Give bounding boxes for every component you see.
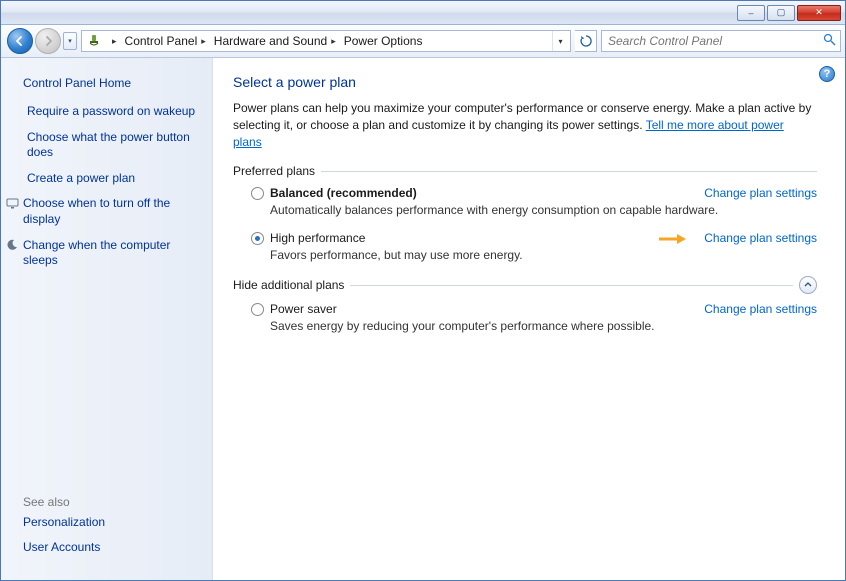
recent-dropdown[interactable]: ▾ <box>63 32 77 50</box>
sleep-icon <box>5 238 19 252</box>
crumb-root-arrow[interactable]: ▸ <box>104 31 121 51</box>
back-button[interactable] <box>7 28 33 54</box>
task-list: Require a password on wakeup Choose what … <box>23 104 202 279</box>
page-title: Select a power plan <box>233 74 817 90</box>
crumb-control-panel[interactable]: Control Panel▸ <box>121 31 210 51</box>
collapse-icon[interactable] <box>799 276 817 294</box>
change-plan-settings-link[interactable]: Change plan settings <box>704 302 817 316</box>
plan-radio[interactable] <box>251 303 264 316</box>
content-pane: ? Select a power plan Power plans can he… <box>213 58 845 580</box>
see-also-link[interactable]: Personalization <box>23 515 105 531</box>
maximize-button[interactable]: ▢ <box>767 5 795 21</box>
plan-description: Automatically balances performance with … <box>270 203 817 217</box>
change-plan-settings-link[interactable]: Change plan settings <box>704 186 817 200</box>
change-plan-settings-link[interactable]: Change plan settings <box>704 231 817 245</box>
sidebar-task: Require a password on wakeup <box>23 104 202 120</box>
sidebar-task: Choose what the power button does <box>23 130 202 161</box>
forward-button[interactable] <box>35 28 61 54</box>
sidebar-task-link[interactable]: Create a power plan <box>27 171 135 187</box>
see-also-item: User Accounts <box>23 540 202 556</box>
sidebar-task-link[interactable]: Change when the computer sleeps <box>23 238 202 269</box>
preferred-plans-header: Preferred plans <box>233 164 817 178</box>
plan-description: Favors performance, but may use more ene… <box>270 248 817 262</box>
location-icon <box>86 33 102 49</box>
sidebar-task-link[interactable]: Require a password on wakeup <box>27 104 195 120</box>
address-bar[interactable]: ▸ Control Panel▸ Hardware and Sound▸ Pow… <box>81 30 571 52</box>
close-button[interactable]: ✕ <box>797 5 841 21</box>
crumb-hardware-sound[interactable]: Hardware and Sound▸ <box>210 31 340 51</box>
search-input[interactable] <box>606 33 823 49</box>
intro-text: Power plans can help you maximize your c… <box>233 100 813 150</box>
see-also-link[interactable]: User Accounts <box>23 540 100 556</box>
plan-name: Power saver <box>270 302 337 316</box>
plan-name: Balanced (recommended) <box>270 186 417 200</box>
sidebar-task: Change when the computer sleeps <box>23 238 202 269</box>
address-dropdown[interactable]: ▾ <box>552 31 568 51</box>
display-icon <box>5 196 19 210</box>
refresh-button[interactable] <box>575 30 597 52</box>
help-icon[interactable]: ? <box>819 66 835 82</box>
callout-arrow-icon <box>657 233 687 245</box>
plan-name: High performance <box>270 231 365 245</box>
titlebar: – ▢ ✕ <box>1 1 845 25</box>
sidebar-task: Choose when to turn off the display <box>23 196 202 227</box>
control-panel-home-link[interactable]: Control Panel Home <box>23 76 202 90</box>
crumb-power-options[interactable]: Power Options <box>340 31 427 51</box>
minimize-button[interactable]: – <box>737 5 765 21</box>
power-plan: Balanced (recommended) Automatically bala… <box>251 186 817 217</box>
plan-radio[interactable] <box>251 187 264 200</box>
sidebar-task-link[interactable]: Choose what the power button does <box>27 130 202 161</box>
see-also-heading: See also <box>23 484 202 509</box>
plan-radio[interactable] <box>251 232 264 245</box>
search-icon[interactable] <box>823 33 836 49</box>
sidebar-task-link[interactable]: Choose when to turn off the display <box>23 196 202 227</box>
hide-additional-header[interactable]: Hide additional plans <box>233 276 817 294</box>
sidebar: Control Panel Home Require a password on… <box>1 58 213 580</box>
see-also-list: Personalization User Accounts <box>23 515 202 566</box>
power-plan: High performance Favors performance, but … <box>251 231 817 262</box>
sidebar-task: Create a power plan <box>23 171 202 187</box>
navbar: ▾ ▸ Control Panel▸ Hardware and Sound▸ P… <box>1 25 845 58</box>
search-box[interactable] <box>601 30 841 52</box>
power-plan: Power saver Saves energy by reducing your… <box>251 302 817 333</box>
see-also-item: Personalization <box>23 515 202 531</box>
plan-description: Saves energy by reducing your computer's… <box>270 319 817 333</box>
